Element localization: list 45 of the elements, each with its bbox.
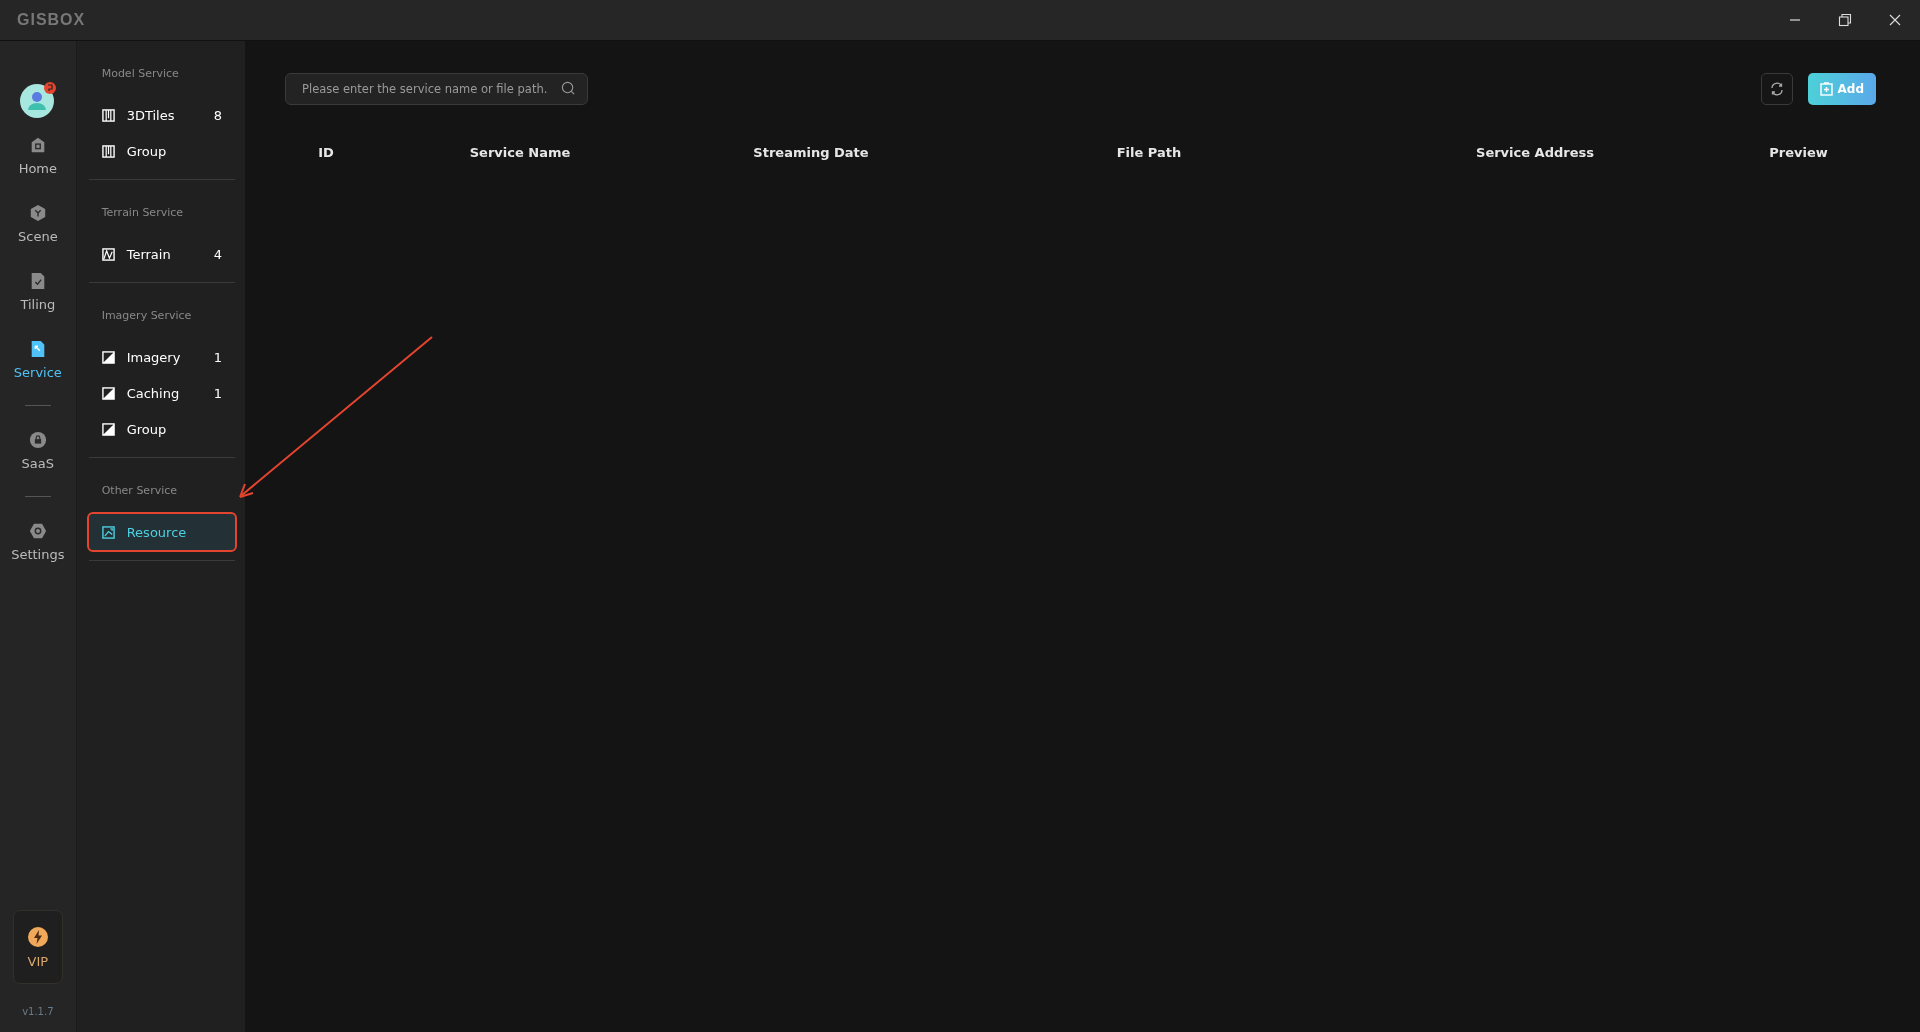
nav-item[interactable]: Tiling [2,260,73,323]
refresh-button[interactable] [1760,73,1793,105]
mountain-icon [101,247,115,261]
search-field[interactable]: Please enter the service name or file path. [285,73,588,105]
avatar-icon[interactable] [18,81,57,119]
nav-item[interactable]: Home [2,124,73,187]
sidebar-item[interactable]: Group [88,411,235,447]
nav-item[interactable]: Scene [2,192,73,255]
sidebar-item[interactable]: Terrain 4 [88,236,235,272]
app-logo: GISBOX [17,11,86,29]
section-title: Imagery Service [100,309,193,322]
resource-icon [101,525,115,539]
sidebar-item[interactable]: Resource [88,514,235,550]
sidebar-item[interactable]: Imagery 1 [88,339,235,375]
nav-item[interactable]: Service [2,328,73,391]
column-header: Service Name [469,145,571,160]
section-title: Terrain Service [100,206,185,219]
column-header: File Path [1116,145,1182,160]
version-label: v1.1.7 [22,1006,54,1017]
close-icon [1888,13,1902,27]
settings-icon [28,521,47,541]
bars-icon [101,144,115,158]
cube-icon [28,203,47,223]
column-header: Service Address [1476,145,1594,160]
restore-icon [1838,13,1852,27]
sidebar-item[interactable]: Group [88,133,235,169]
column-header: Streaming Date [753,145,869,160]
image-icon [101,386,115,400]
section-title: Other Service [100,484,179,497]
add-icon [1819,82,1833,96]
image-icon [101,422,115,436]
refresh-icon [1768,81,1785,97]
sidebar-item[interactable]: 3DTiles 8 [88,97,235,133]
sidebar-item[interactable]: Caching 1 [88,375,235,411]
bars-icon [101,108,115,122]
nav-item[interactable]: SaaS [2,419,73,482]
image-icon [101,350,115,364]
column-header: Preview [1769,145,1828,160]
lock-icon [28,430,47,450]
search-icon [561,81,576,96]
vip-button[interactable]: VIP [12,910,63,984]
nav-item[interactable]: Settings [2,510,73,573]
section-title: Model Service [100,67,180,80]
lightning-icon [26,925,49,948]
column-header: ID [318,145,334,160]
